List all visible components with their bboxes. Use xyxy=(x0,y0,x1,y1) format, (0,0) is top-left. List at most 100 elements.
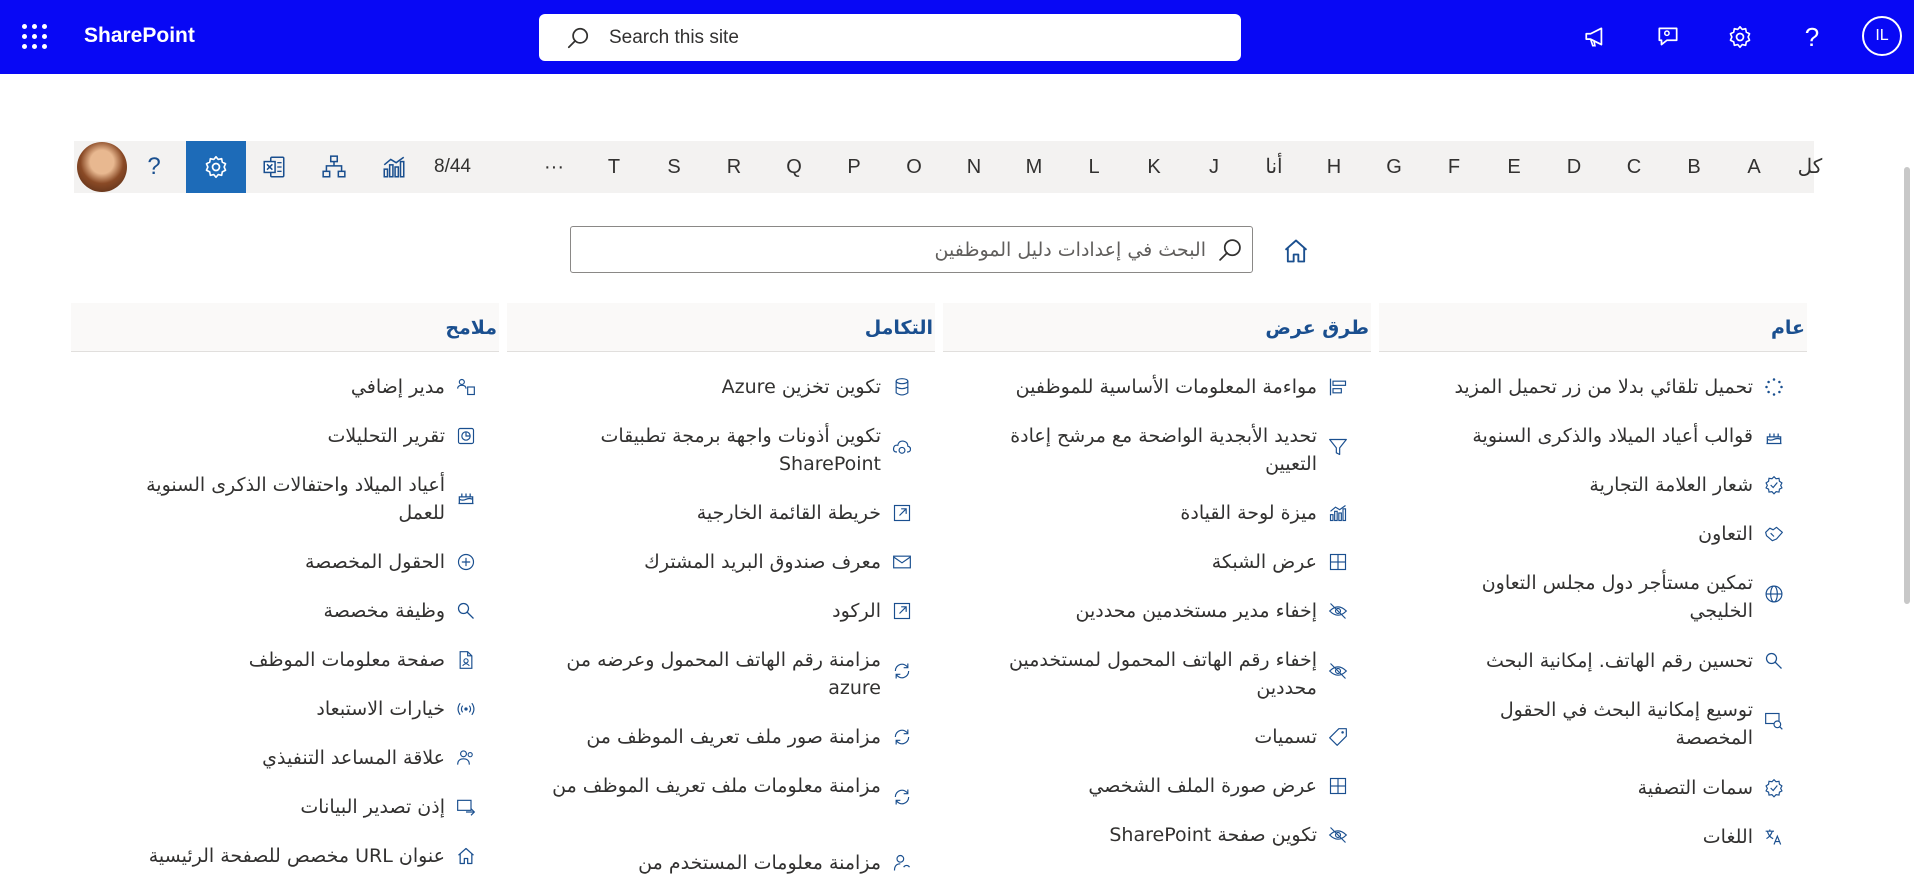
setting-item[interactable]: تحديد الأبجدية الواضحة مع مرشح إعادة الت… xyxy=(965,422,1349,478)
settings-icon[interactable] xyxy=(186,141,246,193)
feedback-icon[interactable] xyxy=(1653,22,1683,52)
setting-item[interactable]: تسميات xyxy=(965,723,1349,751)
setting-item[interactable]: شعار العلامة التجارية xyxy=(1401,471,1785,499)
letter-k[interactable]: K xyxy=(1124,141,1184,193)
letter-d[interactable]: D xyxy=(1544,141,1604,193)
setting-item[interactable]: خريطة القائمة الخارجية xyxy=(529,499,913,527)
app-launcher-icon[interactable] xyxy=(22,24,48,50)
grid-icon xyxy=(1327,775,1349,797)
settings-search[interactable] xyxy=(570,226,1253,273)
setting-item[interactable]: تكوين صفحة SharePoint xyxy=(965,821,1349,849)
setting-item[interactable]: مزامنة رقم الهاتف المحمول وعرضه من azure xyxy=(529,646,913,702)
letter-o[interactable]: O xyxy=(884,141,944,193)
letter-a[interactable]: A xyxy=(1724,141,1784,193)
letter-p[interactable]: P xyxy=(824,141,884,193)
column-features: ملامح مدير إضافي تقرير التحليلات أعياد ا… xyxy=(71,303,499,870)
profile-photo[interactable] xyxy=(77,142,127,192)
org-chart-icon[interactable] xyxy=(304,141,364,193)
badge-icon xyxy=(1763,474,1785,496)
mail-icon xyxy=(891,551,913,573)
sync-icon xyxy=(891,726,913,748)
tag-icon xyxy=(1327,726,1349,748)
setting-item[interactable]: سمات التصفية xyxy=(1401,774,1785,802)
setting-item[interactable]: مدير إضافي xyxy=(93,373,477,401)
excel-export-icon[interactable] xyxy=(244,141,304,193)
user-avatar[interactable]: IL xyxy=(1862,16,1902,56)
letter-b[interactable]: B xyxy=(1664,141,1724,193)
site-search[interactable] xyxy=(539,14,1241,61)
setting-item[interactable]: علاقة المساعد التنفيذي xyxy=(93,744,477,772)
column-title: التكامل xyxy=(864,317,933,339)
dashboard-chart-icon[interactable] xyxy=(364,141,424,193)
setting-item[interactable]: إخفاء مدير مستخدمين محددين xyxy=(965,597,1349,625)
setting-item[interactable]: مواءمة المعلومات الأساسية للموظفين xyxy=(965,373,1349,401)
setting-item[interactable]: تحسين رقم الهاتف. إمكانية البحث xyxy=(1401,647,1785,675)
cake-icon xyxy=(1763,425,1785,447)
setting-item[interactable]: مزامنة معلومات ملف تعريف الموظف من xyxy=(529,772,913,808)
sync-icon xyxy=(891,660,913,682)
setting-item[interactable]: توسيع إمكانية البحث في الحقول المخصصة xyxy=(1401,696,1785,752)
setting-item[interactable]: الحقول المخصصة xyxy=(93,548,477,576)
letter-all[interactable]: كل xyxy=(1784,141,1836,193)
setting-item[interactable]: قوالب أعياد الميلاد والذكرى السنوية xyxy=(1401,422,1785,450)
setting-item[interactable]: عنوان URL مخصص للصفحة الرئيسية xyxy=(93,842,477,870)
app-title[interactable]: SharePoint xyxy=(84,24,195,48)
letter-e[interactable]: E xyxy=(1484,141,1544,193)
org-icon xyxy=(455,376,477,398)
results-count: 8/44 xyxy=(434,156,471,177)
setting-item[interactable]: تكوين تخزين Azure xyxy=(529,373,913,401)
letter-t[interactable]: T xyxy=(584,141,644,193)
setting-item[interactable]: عرض صورة الملف الشخصي xyxy=(965,772,1349,800)
document-person-icon xyxy=(455,649,477,671)
search-input[interactable] xyxy=(607,25,1211,50)
search-key-icon xyxy=(455,600,477,622)
settings-search-input[interactable] xyxy=(584,237,1208,262)
setting-item[interactable]: عرض الشبكة xyxy=(965,548,1349,576)
letter-l[interactable]: L xyxy=(1064,141,1124,193)
setting-item[interactable]: أعياد الميلاد واحتفالات الذكرى السنوية ل… xyxy=(93,471,477,527)
letter-q[interactable]: Q xyxy=(764,141,824,193)
help-icon[interactable]: ? xyxy=(1797,22,1827,52)
letter-n[interactable]: N xyxy=(944,141,1004,193)
column-views: طرق عرض مواءمة المعلومات الأساسية للموظف… xyxy=(943,303,1371,870)
setting-item[interactable]: تكوين أذونات واجهة برمجة تطبيقات SharePo… xyxy=(529,422,913,478)
search-key-icon xyxy=(1763,650,1785,672)
letter-s[interactable]: S xyxy=(644,141,704,193)
letter-m[interactable]: M xyxy=(1004,141,1064,193)
letter-c[interactable]: C xyxy=(1604,141,1664,193)
setting-item[interactable]: الركود xyxy=(529,597,913,625)
globe-icon xyxy=(1763,583,1785,605)
setting-item[interactable]: إخفاء رقم الهاتف المحمول لمستخدمين محددي… xyxy=(965,646,1349,702)
setting-item[interactable]: إذن تصدير البيانات xyxy=(93,793,477,821)
letter-f[interactable]: F xyxy=(1424,141,1484,193)
letter-h[interactable]: H xyxy=(1304,141,1364,193)
setting-item[interactable]: تقرير التحليلات xyxy=(93,422,477,450)
setting-item[interactable]: صفحة معلومات الموظف xyxy=(93,646,477,674)
home-icon[interactable] xyxy=(1278,233,1314,269)
external-list-icon xyxy=(891,502,913,524)
setting-item[interactable]: التعاون xyxy=(1401,520,1785,548)
letter-g[interactable]: G xyxy=(1364,141,1424,193)
letter-j[interactable]: J xyxy=(1184,141,1244,193)
setting-item[interactable]: تحميل تلقائي بدلا من زر تحميل المزيد xyxy=(1401,373,1785,401)
add-circle-icon xyxy=(455,551,477,573)
setting-item[interactable]: تمكين مستأجر دول مجلس التعاون الخليجي xyxy=(1401,569,1785,625)
settings-gear-icon[interactable] xyxy=(1725,22,1755,52)
setting-item[interactable]: خيارات الاستبعاد xyxy=(93,695,477,723)
sync-icon xyxy=(891,786,913,808)
help-button[interactable]: ? xyxy=(124,141,184,193)
megaphone-icon[interactable] xyxy=(1581,22,1611,52)
setting-item[interactable]: معرف صندوق البريد المشترك xyxy=(529,548,913,576)
letter-i[interactable]: أنا xyxy=(1244,141,1304,193)
search-icon xyxy=(1219,238,1241,261)
setting-item[interactable]: مزامنة صور ملف تعريف الموظف من xyxy=(529,723,913,751)
search-icon xyxy=(567,27,589,48)
setting-item[interactable]: مزامنة معلومات المستخدم من xyxy=(529,849,913,877)
scrollbar-thumb[interactable] xyxy=(1904,167,1910,604)
more-letters-button[interactable]: ··· xyxy=(524,141,584,193)
letter-r[interactable]: R xyxy=(704,141,764,193)
setting-item[interactable]: اللغات xyxy=(1401,823,1785,851)
setting-item[interactable]: وظيفة مخصصة xyxy=(93,597,477,625)
setting-item[interactable]: ميزة لوحة القيادة xyxy=(965,499,1349,527)
handshake-icon xyxy=(1763,523,1785,545)
